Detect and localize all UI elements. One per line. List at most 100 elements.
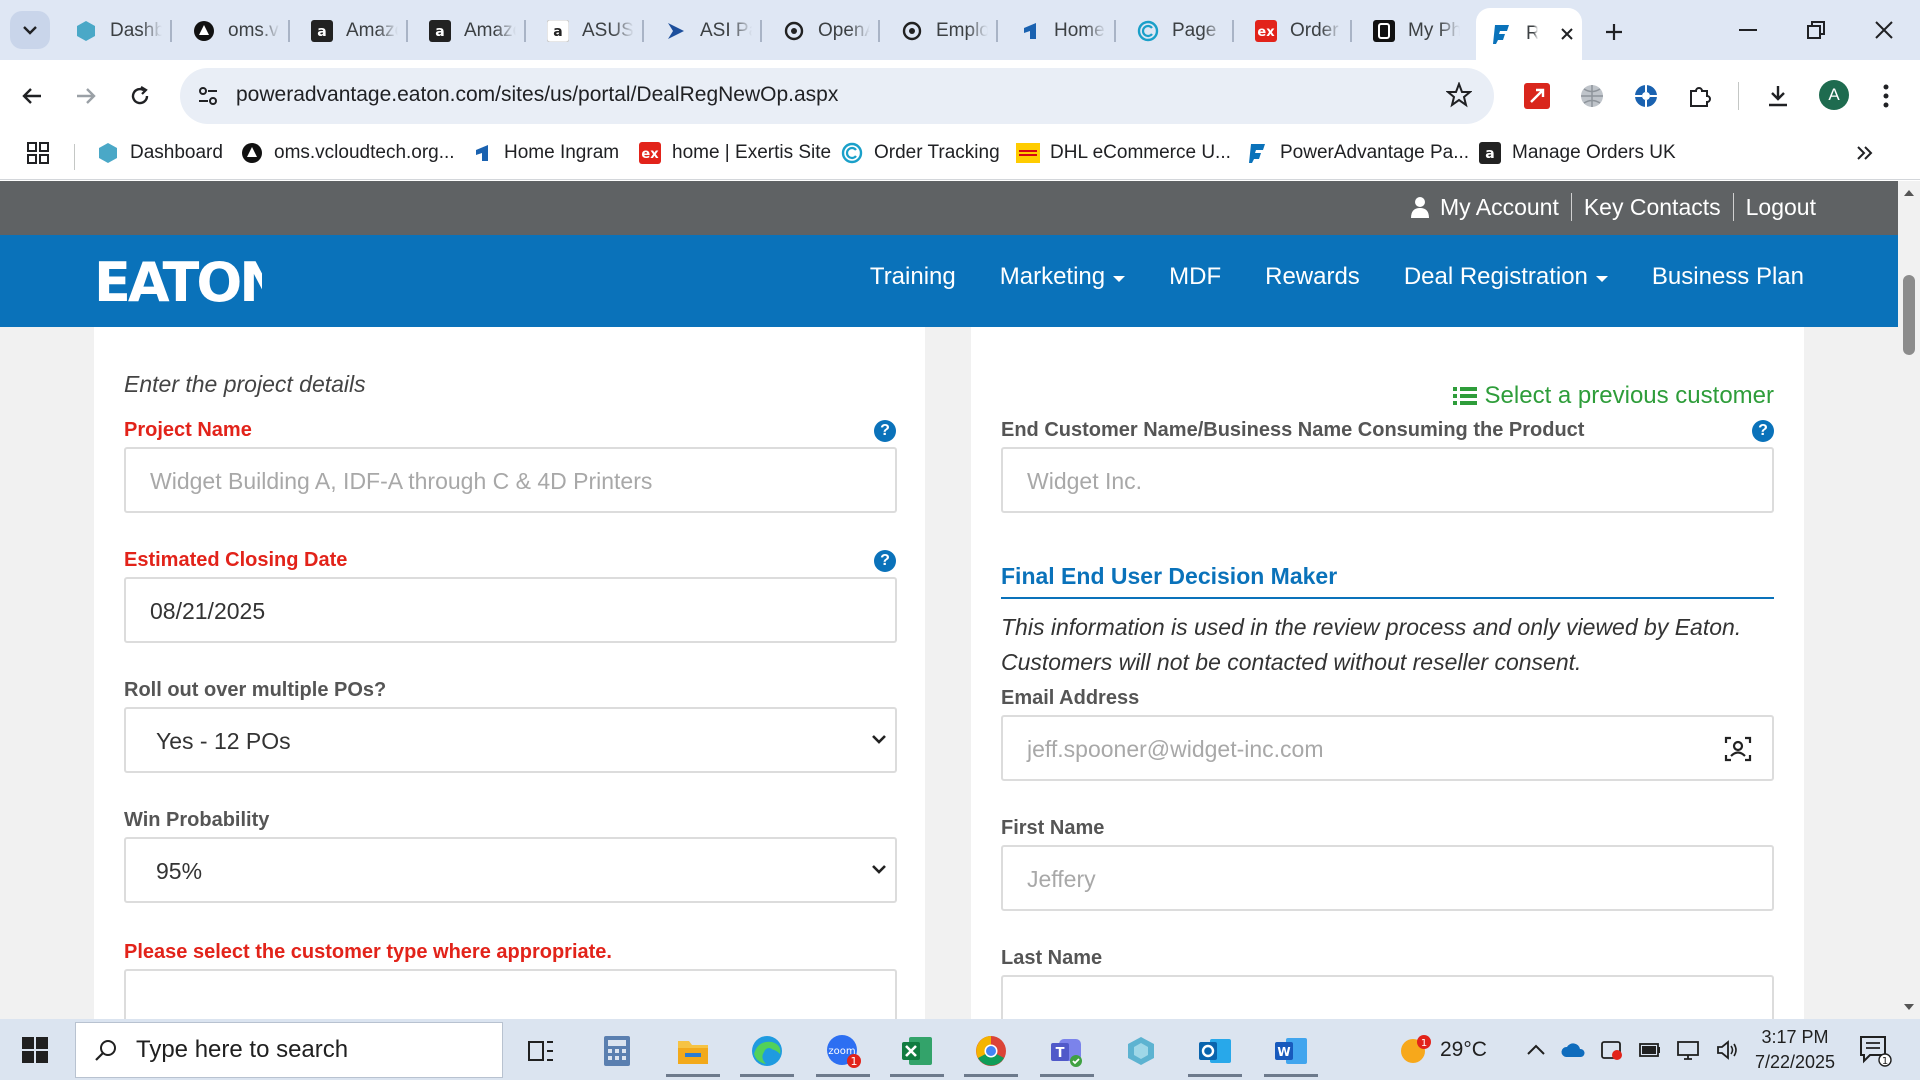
browser-tab[interactable]: oms.vcloudtech: [178, 11, 280, 51]
onedrive-cloud-icon[interactable]: [1560, 1041, 1586, 1059]
bookmark-item[interactable]: a Manage Orders UK: [1478, 138, 1676, 168]
back-button[interactable]: [12, 76, 52, 116]
nav-rewards[interactable]: Rewards: [1265, 263, 1360, 291]
file-explorer-icon[interactable]: [656, 1025, 730, 1077]
zoom-app-icon[interactable]: zoom 1: [806, 1025, 880, 1077]
contact-autofill-icon[interactable]: [1724, 735, 1752, 763]
start-button[interactable]: [12, 1031, 58, 1069]
browser-menu-icon[interactable]: [1870, 80, 1902, 112]
nav-deal-registration[interactable]: Deal Registration: [1404, 263, 1608, 291]
bookmark-item[interactable]: ex home | Exertis Site: [638, 138, 831, 168]
bookmark-item[interactable]: Dashboard: [96, 138, 223, 168]
key-contacts-link[interactable]: Key Contacts: [1572, 194, 1733, 221]
browser-tab[interactable]: a ASUS: [532, 11, 634, 51]
bookmark-item[interactable]: Home Ingram: [470, 138, 619, 168]
forward-button[interactable]: [66, 76, 106, 116]
page-scrollbar[interactable]: [1898, 181, 1920, 1019]
tab-search-button[interactable]: [10, 11, 50, 49]
bookmark-item[interactable]: PowerAdvantage Pa...: [1246, 138, 1469, 168]
apps-grid-icon[interactable]: [26, 138, 50, 168]
help-icon[interactable]: ?: [1752, 420, 1774, 442]
excel-icon[interactable]: [880, 1025, 954, 1077]
profile-avatar[interactable]: A: [1819, 80, 1849, 110]
tab-divider: [760, 20, 762, 42]
chrome-icon[interactable]: [954, 1025, 1028, 1077]
chevron-down-icon: [872, 865, 886, 874]
eaton-logo[interactable]: EATON: [94, 257, 262, 305]
chevron-up-icon[interactable]: [1526, 1044, 1546, 1056]
browser-tab[interactable]: a Amazon: [296, 11, 398, 51]
browser-tab[interactable]: My Phone: [1358, 11, 1460, 51]
nav-mdf[interactable]: MDF: [1169, 263, 1221, 291]
nav-business-plan[interactable]: Business Plan: [1652, 263, 1804, 291]
close-window-button[interactable]: [1860, 10, 1908, 50]
outlook-icon[interactable]: [1178, 1025, 1252, 1077]
browser-tab[interactable]: Employee: [886, 11, 988, 51]
email-input[interactable]: jeff.spooner@widget-inc.com: [1001, 715, 1774, 781]
task-view-icon[interactable]: [504, 1025, 578, 1077]
word-icon[interactable]: W: [1254, 1025, 1328, 1077]
browser-tab-active[interactable]: R: [1476, 8, 1582, 60]
end-customer-input[interactable]: Widget Inc.: [1001, 447, 1774, 513]
hex-app-icon[interactable]: [1104, 1025, 1178, 1077]
my-account-link[interactable]: My Account: [1436, 194, 1571, 221]
reload-button[interactable]: [120, 76, 160, 116]
bookmark-item[interactable]: oms.vcloudtech.org...: [240, 138, 455, 168]
help-icon[interactable]: ?: [874, 550, 896, 572]
browser-tab[interactable]: Dashboard: [60, 11, 162, 51]
extensions-puzzle-icon[interactable]: [1684, 80, 1716, 112]
close-tab-icon[interactable]: [1556, 23, 1578, 45]
logout-link[interactable]: Logout: [1734, 194, 1828, 221]
select-previous-customer-link[interactable]: Select a previous customer: [1452, 382, 1774, 410]
nav-marketing[interactable]: Marketing: [1000, 263, 1126, 291]
browser-tab[interactable]: a Amazon: [414, 11, 516, 51]
globe-extension-icon[interactable]: [1576, 80, 1608, 112]
new-tab-button[interactable]: [1596, 14, 1632, 50]
address-bar[interactable]: poweradvantage.eaton.com/sites/us/portal…: [180, 68, 1494, 124]
pdf-extension-icon[interactable]: [1521, 80, 1553, 112]
customer-type-field[interactable]: [124, 969, 897, 1019]
bookmark-label: Dashboard: [130, 142, 223, 163]
help-icon[interactable]: ?: [874, 420, 896, 442]
nav-training[interactable]: Training: [870, 263, 956, 291]
first-name-input[interactable]: Jeffery: [1001, 845, 1774, 911]
last-name-input[interactable]: [1001, 975, 1774, 1019]
weather-widget[interactable]: 1 29°C: [1398, 1019, 1487, 1080]
customer-type-label: Please select the customer type where ap…: [124, 941, 612, 963]
svg-text:EATON: EATON: [94, 257, 262, 305]
browser-tab[interactable]: Home: [1004, 11, 1106, 51]
rollout-select[interactable]: Yes - 12 POs: [124, 707, 897, 773]
download-icon[interactable]: [1762, 80, 1794, 112]
win-probability-select[interactable]: 95%: [124, 837, 897, 903]
c-circle-icon: [1136, 19, 1160, 43]
minimize-button[interactable]: [1724, 10, 1772, 50]
caret-down-icon: [1113, 275, 1126, 282]
scrollbar-thumb[interactable]: [1903, 275, 1915, 355]
battery-icon[interactable]: [1638, 1041, 1662, 1059]
nav-label: Deal Registration: [1403, 263, 1588, 290]
closing-date-input[interactable]: 08/21/2025: [124, 577, 897, 643]
browser-tab[interactable]: ASI Partner: [650, 11, 752, 51]
calculator-icon[interactable]: [580, 1025, 654, 1077]
project-name-input[interactable]: Widget Building A, IDF-A through C & 4D …: [124, 447, 897, 513]
site-info-icon[interactable]: [194, 82, 222, 110]
helper-extension-icon[interactable]: [1630, 80, 1662, 112]
browser-tab[interactable]: ex Order: [1240, 11, 1342, 51]
bookmark-item[interactable]: DHL eCommerce U...: [1016, 138, 1231, 168]
browser-tab[interactable]: Page: [1122, 11, 1224, 51]
browser-tab[interactable]: OpenAI: [768, 11, 870, 51]
url-text[interactable]: poweradvantage.eaton.com/sites/us/portal…: [236, 83, 838, 107]
notification-center-icon[interactable]: 1: [1858, 1033, 1892, 1067]
network-icon[interactable]: [1676, 1040, 1702, 1060]
bookmark-star-icon[interactable]: [1446, 82, 1472, 108]
restore-button[interactable]: [1792, 10, 1840, 50]
security-alert-icon[interactable]: [1600, 1039, 1624, 1061]
taskbar-search[interactable]: Type here to search: [75, 1022, 503, 1078]
clock[interactable]: 3:17 PM 7/22/2025: [1740, 1025, 1850, 1075]
edge-browser-icon[interactable]: [730, 1025, 804, 1077]
more-bookmarks-icon[interactable]: [1856, 138, 1874, 168]
volume-icon[interactable]: [1716, 1039, 1740, 1060]
teams-icon[interactable]: T: [1030, 1025, 1104, 1077]
bookmark-item[interactable]: Order Tracking: [840, 138, 1000, 168]
tab-title: Employee: [936, 20, 988, 41]
